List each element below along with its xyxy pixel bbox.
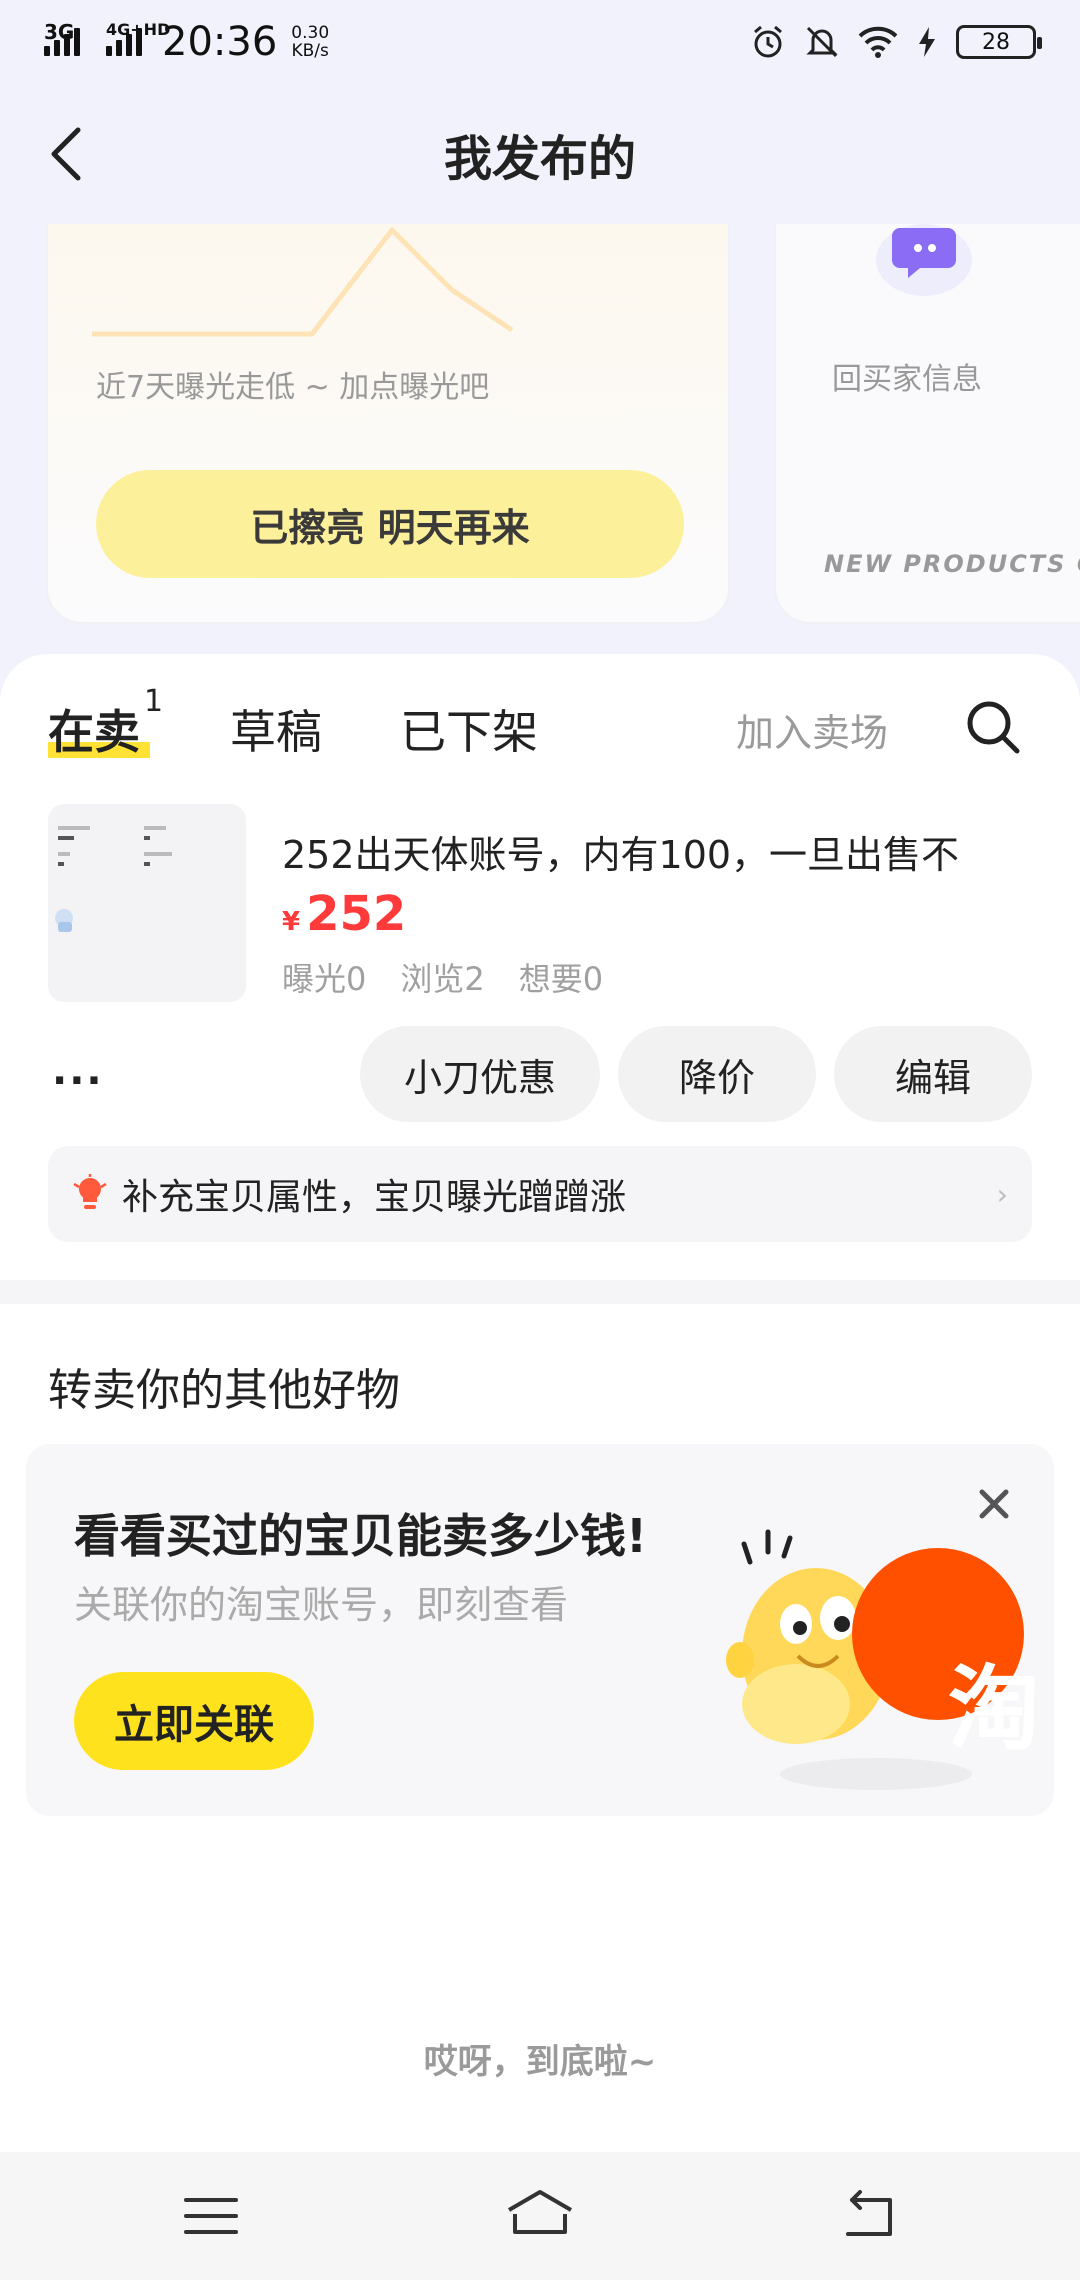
item-price: ¥252 [282,886,406,942]
more-options-button[interactable]: ··· [52,1058,104,1104]
back-nav-icon[interactable] [834,2186,904,2246]
stat-exposure: 曝光0 [282,960,367,998]
link-account-button[interactable]: 立即关联 [74,1672,314,1770]
charging-icon [919,27,935,57]
polish-button[interactable]: 已擦亮 明天再来 [96,470,684,578]
thumbnail-screenshot-image [55,826,172,932]
back-arrow-icon[interactable] [40,124,100,184]
taobao-card-subtitle: 关联你的淘宝账号，即刻查看 [74,1583,569,1627]
reduce-price-button[interactable]: 降价 [618,1026,816,1122]
speed-value: 0.30 [291,23,330,43]
small-discount-button[interactable]: 小刀优惠 [360,1026,600,1122]
chevron-right-icon: › [996,1177,1008,1211]
exposure-hint: 近7天曝光走低 ~ 加点曝光吧 [96,370,490,405]
network-label-1: 3G [44,20,75,44]
tab-selling[interactable]: 在卖 1 [48,684,163,762]
end-of-list-text: 哎呀，到底啦~ [423,2042,657,2082]
tab-bar: 在卖 1 草稿 已下架 加入卖场 [0,654,1080,784]
nav-header: 我发布的 [0,84,1080,224]
mute-bell-icon [806,26,838,58]
signal-3g-icon: 3G [44,20,80,56]
buyer-info-card[interactable]: 回买家信息 NEW PRODUCTS CO [774,224,1080,624]
home-icon[interactable] [505,2186,575,2246]
tab-selling-count: 1 [144,684,164,719]
taobao-link-card: 看看买过的宝贝能卖多少钱! 关联你的淘宝账号，即刻查看 立即关联 淘 [26,1444,1054,1816]
battery-icon: 28 [956,25,1042,59]
tab-selling-label: 在卖 [48,705,140,759]
speed-unit: KB/s [291,41,329,61]
network-speed: 0.30 KB/s [291,24,329,60]
tab-off-shelf[interactable]: 已下架 [400,696,538,762]
item-title[interactable]: 252出天体账号，内有100，一旦出售不 [282,824,959,879]
battery-level: 28 [982,29,1010,55]
exposure-trend-line [92,227,514,337]
stat-views: 浏览2 [400,960,485,998]
price-value: 252 [306,886,407,942]
new-products-promo: NEW PRODUCTS CO [824,550,1080,578]
attribute-tip-bar[interactable]: 补充宝贝属性，宝贝曝光蹭蹭涨 › [48,1146,1032,1242]
tab-drafts[interactable]: 草稿 [230,696,322,762]
search-icon[interactable] [962,696,1024,758]
stat-wants: 想要0 [518,960,604,998]
taobao-card-heading: 看看买过的宝贝能卖多少钱! [74,1509,647,1563]
system-navigation-bar [0,2152,1080,2280]
item-stats: 曝光0 浏览2 想要0 [282,954,603,1000]
lightbulb-icon [73,1174,107,1209]
item-thumbnail[interactable] [48,804,246,1002]
status-bar: 3G 4G+HD 20:36 0.30 KB/s 28 [0,0,1080,84]
buyer-info-label: 回买家信息 [832,362,982,397]
alarm-icon [754,25,782,58]
page-title: 我发布的 [443,131,636,187]
signal-4g-icon: 4G+HD [106,20,170,56]
join-market-link[interactable]: 加入卖场 [736,702,888,757]
clock: 20:36 [162,19,278,65]
wifi-icon [858,26,898,58]
price-currency: ¥ [282,907,301,937]
exposure-card: 近7天曝光走低 ~ 加点曝光吧 已擦亮 明天再来 [46,224,730,624]
taobao-mascot-image: 淘 [726,1524,1040,1798]
section-divider [0,1280,1080,1304]
resell-section-title: 转卖你的其他好物 [48,1365,400,1416]
network-label-2: 4G+HD [106,20,171,39]
edit-button[interactable]: 编辑 [834,1026,1032,1122]
chat-bubble-icon [876,224,972,296]
taobao-badge-text: 淘 [948,1656,1041,1763]
listing-item[interactable]: 252出天体账号，内有100，一旦出售不 ¥252 曝光0 浏览2 想要0 ··… [0,804,1080,1204]
attribute-tip-text: 补充宝贝属性，宝贝曝光蹭蹭涨 [122,1177,627,1218]
close-icon[interactable] [974,1484,1014,1524]
menu-icon[interactable] [176,2186,246,2246]
